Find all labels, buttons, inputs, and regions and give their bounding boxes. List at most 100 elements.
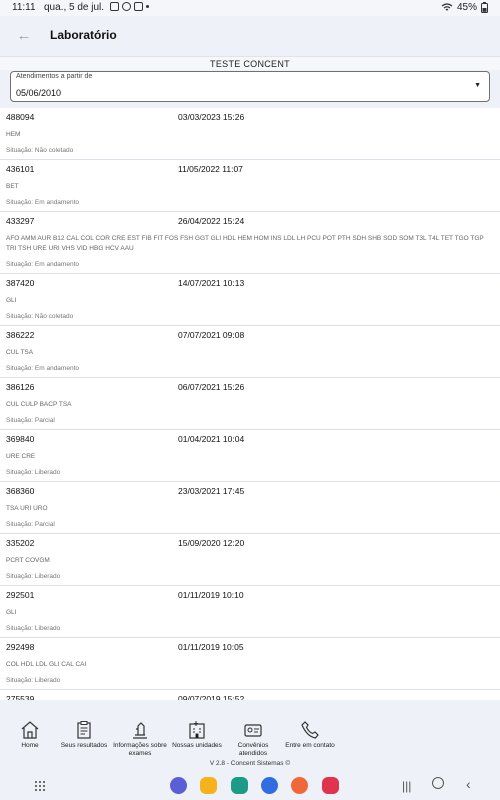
record-exams: HEM — [6, 131, 21, 138]
record-status: Situação: Não coletado — [6, 313, 74, 320]
image-notification-icon — [110, 2, 119, 11]
phone-icon — [301, 721, 319, 739]
messages-app-icon[interactable] — [261, 777, 278, 794]
record-id: 386222 — [6, 330, 35, 340]
record-datetime: 23/03/2021 17:45 — [178, 486, 245, 496]
record-id: 292498 — [6, 642, 35, 652]
page-title: Laboratório — [50, 28, 117, 42]
status-time: 11:11 — [12, 2, 36, 13]
nav-label: Informações sobre exames — [113, 742, 167, 757]
contacts-app-icon[interactable] — [291, 777, 308, 794]
internet-app-icon[interactable] — [170, 777, 187, 794]
record-item[interactable]: 275539 09/07/2019 15:52 TSH Situação: Nã… — [0, 690, 500, 700]
nav-contact[interactable]: Entre em contato — [280, 720, 340, 750]
record-exams: COL HDL LDL GLI CAL CAI — [6, 661, 87, 668]
home-icon — [21, 721, 39, 739]
record-datetime: 06/07/2021 15:26 — [178, 382, 245, 392]
record-datetime: 26/04/2022 15:24 — [178, 216, 245, 226]
record-item[interactable]: 436101 11/05/2022 11:07 BET Situação: Em… — [0, 160, 500, 212]
nav-insurance[interactable]: Convênios atendidos — [223, 720, 283, 758]
record-item[interactable]: 488094 03/03/2023 15:26 HEM Situação: Nã… — [0, 108, 500, 160]
record-id: 368360 — [6, 486, 35, 496]
app-bar: ← Laboratório — [0, 16, 500, 56]
nav-label: Convênios atendidos — [237, 742, 269, 757]
record-item[interactable]: 369840 01/04/2021 10:04 URE CRE Situação… — [0, 430, 500, 482]
record-item[interactable]: 433297 26/04/2022 15:24 AFO AMM AUR B12 … — [0, 212, 500, 274]
nav-label: Seus resultados — [60, 742, 108, 749]
record-status: Situação: Liberado — [6, 677, 61, 684]
date-filter-label: Atendimentos a partir de — [16, 73, 93, 80]
record-exams: AFO AMM AUR B12 CAL COL COR CRE EST FIB … — [6, 235, 484, 252]
record-exams: TSA URI URO — [6, 505, 48, 512]
app-drawer-icon[interactable] — [34, 780, 46, 792]
notification-icons — [110, 2, 149, 11]
record-status: Situação: Não coletado — [6, 147, 74, 154]
record-item[interactable]: 387420 14/07/2021 10:13 GLI Situação: Nã… — [0, 274, 500, 326]
record-id: 387420 — [6, 278, 35, 288]
record-status: Situação: Liberado — [6, 469, 61, 476]
record-id: 488094 — [6, 112, 35, 122]
record-status: Situação: Em andamento — [6, 365, 79, 372]
nav-label: Nossas unidades — [172, 742, 222, 749]
my-files-app-icon[interactable] — [200, 777, 217, 794]
record-status: Situação: Parcial — [6, 521, 55, 528]
id-card-icon — [244, 724, 262, 737]
nav-label: Entre em contato — [285, 742, 335, 749]
system-navigation-bar: ||| ‹ — [0, 772, 500, 800]
nav-exam-info[interactable]: Informações sobre exames — [110, 720, 170, 758]
date-filter-dropdown[interactable]: Atendimentos a partir de 05/06/2010 ▼ — [10, 71, 490, 102]
nav-units[interactable]: Nossas unidades — [167, 720, 227, 750]
record-datetime: 14/07/2021 10:13 — [178, 278, 245, 288]
clinic-name: TESTE CONCENT — [0, 56, 500, 70]
building-icon — [189, 721, 205, 739]
camera-app-icon[interactable] — [322, 777, 339, 794]
record-datetime: 07/07/2021 09:08 — [178, 330, 245, 340]
battery-percent: 45% — [456, 2, 477, 13]
record-exams: CUL TSA — [6, 349, 34, 356]
record-exams: URE CRE — [6, 453, 36, 460]
record-exams: GLI — [6, 609, 17, 616]
chevron-down-icon: ▼ — [474, 82, 481, 89]
lab-flask-icon — [133, 722, 147, 739]
back-arrow-icon[interactable]: ← — [14, 26, 34, 46]
record-status: Situação: Liberado — [6, 573, 61, 580]
records-list: 488094 03/03/2023 15:26 HEM Situação: Nã… — [0, 108, 500, 700]
more-notifications-icon — [146, 5, 149, 8]
record-item[interactable]: 368360 23/03/2021 17:45 TSA URI URO Situ… — [0, 482, 500, 534]
record-item[interactable]: 386222 07/07/2021 09:08 CUL TSA Situação… — [0, 326, 500, 378]
recent-apps-icon[interactable]: ||| — [402, 779, 411, 793]
record-status: Situação: Em andamento — [6, 199, 79, 206]
date-filter-value: 05/06/2010 — [16, 88, 62, 98]
app-notification-icon — [134, 2, 143, 11]
record-id: 335202 — [6, 538, 35, 548]
record-item[interactable]: 292498 01/11/2019 10:05 COL HDL LDL GLI … — [0, 638, 500, 690]
status-date: qua., 5 de jul. — [44, 2, 105, 13]
record-exams: CUL CULP BACP TSA — [6, 401, 72, 408]
record-id: 386126 — [6, 382, 35, 392]
record-exams: PCRT COVGM — [6, 557, 50, 564]
battery-icon — [481, 2, 488, 13]
record-id: 369840 — [6, 434, 35, 444]
record-item[interactable]: 386126 06/07/2021 15:26 CUL CULP BACP TS… — [0, 378, 500, 430]
record-id: 433297 — [6, 216, 35, 226]
record-id: 292501 — [6, 590, 35, 600]
back-system-icon[interactable]: ‹ — [466, 776, 471, 792]
record-datetime: 03/03/2023 15:26 — [178, 112, 245, 122]
record-datetime: 01/11/2019 10:10 — [178, 590, 244, 600]
nav-home[interactable]: Home — [0, 720, 60, 750]
record-datetime: 15/09/2020 12:20 — [178, 538, 245, 548]
app-icon[interactable] — [231, 777, 248, 794]
home-system-icon[interactable] — [432, 777, 444, 789]
record-item[interactable]: 292501 01/11/2019 10:10 GLI Situação: Li… — [0, 586, 500, 638]
record-status: Situação: Liberado — [6, 625, 61, 632]
settings-notification-icon — [122, 2, 131, 11]
record-status: Situação: Em andamento — [6, 261, 79, 268]
record-datetime: 01/11/2019 10:05 — [178, 642, 244, 652]
status-bar: 11:11 qua., 5 de jul. 45% — [0, 0, 500, 16]
record-datetime: 11/05/2022 11:07 — [178, 164, 243, 174]
record-id: 275539 — [6, 694, 35, 700]
record-item[interactable]: 335202 15/09/2020 12:20 PCRT COVGM Situa… — [0, 534, 500, 586]
wifi-icon — [441, 3, 453, 11]
nav-results[interactable]: Seus resultados — [54, 720, 114, 750]
nav-label: Home — [21, 742, 39, 749]
